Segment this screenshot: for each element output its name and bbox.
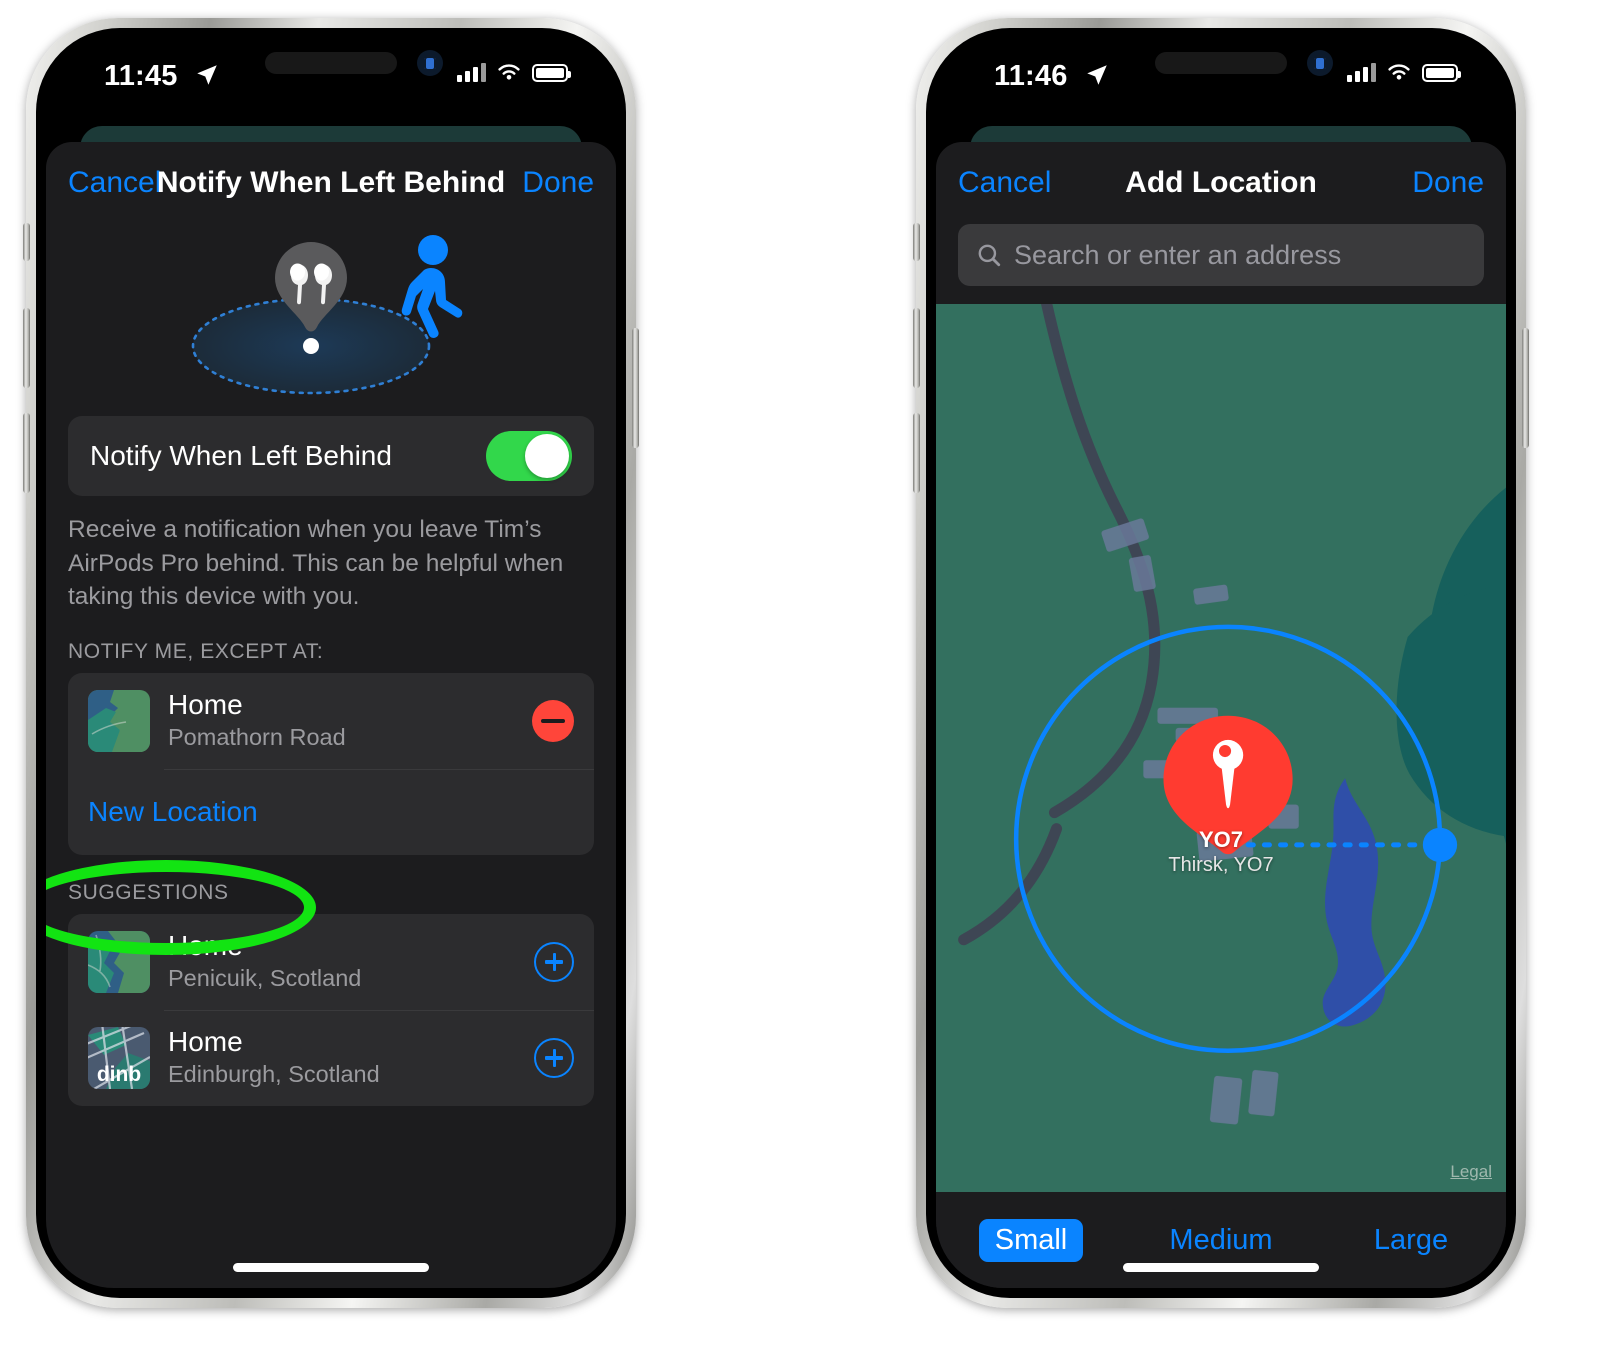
table-row[interactable]: Home Pomathorn Road	[68, 673, 594, 769]
modal-sheet-left: Cancel Notify When Left Behind Done Noti…	[46, 142, 616, 1288]
segment-large-label: Large	[1373, 1223, 1449, 1256]
power-button-left[interactable]	[632, 328, 639, 448]
status-bar-left: 11:45	[46, 38, 616, 114]
new-location-label: New Location	[88, 795, 258, 827]
volume-up-button-left[interactable]	[23, 308, 30, 388]
done-button[interactable]: Done	[522, 166, 594, 200]
new-location-button[interactable]: New Location	[68, 768, 594, 855]
row-subtitle: Pomathorn Road	[168, 724, 346, 751]
map-thumbnail	[88, 930, 150, 993]
cellular-bars-icon	[1347, 63, 1376, 82]
segment-small-label: Small	[978, 1218, 1084, 1262]
segment-large[interactable]: Large	[1316, 1224, 1506, 1257]
battery-icon	[532, 63, 571, 82]
iphone-left: 11:45 Cancel Notify When Left Behind Don…	[23, 18, 639, 1308]
screen-right: 11:46 Cancel Add Location Done Search or…	[936, 38, 1506, 1288]
notify-toggle-switch[interactable]	[486, 431, 572, 481]
battery-icon	[1422, 63, 1461, 82]
volume-down-button-left[interactable]	[23, 413, 30, 493]
mute-switch-left[interactable]	[23, 223, 30, 261]
segment-medium-label: Medium	[1169, 1223, 1273, 1256]
cellular-bars-icon	[457, 63, 486, 82]
segment-medium[interactable]: Medium	[1126, 1224, 1316, 1257]
search-placeholder: Search or enter an address	[1014, 239, 1342, 270]
notify-toggle-label: Notify When Left Behind	[90, 440, 392, 471]
add-circle-icon[interactable]	[534, 941, 574, 982]
hero-illustration	[46, 224, 616, 416]
power-button-right[interactable]	[1522, 328, 1529, 448]
map-thumbnail	[88, 689, 150, 752]
volume-down-button-right[interactable]	[913, 413, 920, 493]
status-indicators-right	[1347, 62, 1461, 83]
row-subtitle: Penicuik, Scotland	[168, 965, 362, 992]
row-subtitle: Edinburgh, Scotland	[168, 1061, 380, 1088]
wifi-icon	[498, 64, 520, 80]
row-text: Home Pomathorn Road	[168, 689, 532, 753]
notify-toggle-row[interactable]: Notify When Left Behind	[68, 416, 594, 496]
dynamic-island-left	[265, 52, 397, 74]
home-indicator-left[interactable]	[233, 1263, 429, 1272]
legal-link[interactable]: Legal	[1450, 1162, 1492, 1182]
location-arrow-icon	[197, 65, 217, 85]
modal-sheet-right: Cancel Add Location Done Search or enter…	[936, 142, 1506, 1288]
done-button[interactable]: Done	[1412, 166, 1484, 200]
search-icon	[978, 244, 1001, 267]
status-indicators-left	[457, 62, 571, 83]
except-locations-group: Home Pomathorn Road New Location	[68, 672, 594, 855]
table-row[interactable]: dinb Home Edinburgh, Scotland	[68, 1009, 594, 1106]
suggestions-group: Home Penicuik, Scotland dinb Home Edinbu…	[68, 913, 594, 1106]
navigation-bar-right: Cancel Add Location Done	[936, 142, 1506, 224]
dynamic-island-right	[1155, 52, 1287, 74]
row-text: Home Penicuik, Scotland	[168, 930, 534, 994]
row-title: Home	[168, 1025, 243, 1057]
search-input[interactable]: Search or enter an address	[958, 224, 1484, 286]
except-section-header: NOTIFY ME, EXCEPT AT:	[68, 639, 324, 663]
map-thumbnail-dinb: dinb	[88, 1026, 150, 1089]
map-pin-subtitle: Thirsk, YO7	[1168, 853, 1274, 876]
status-time-left: 11:45	[104, 60, 178, 92]
navigation-bar-left: Cancel Notify When Left Behind Done	[46, 142, 616, 224]
face-id-sensor-icon	[1307, 50, 1333, 76]
left-behind-illustration-icon	[191, 235, 463, 395]
row-title: Home	[168, 688, 243, 720]
suggestions-section-header: SUGGESTIONS	[68, 880, 229, 904]
screen-left: 11:45 Cancel Notify When Left Behind Don…	[46, 38, 616, 1288]
volume-up-button-right[interactable]	[913, 308, 920, 388]
segment-small[interactable]: Small	[936, 1218, 1126, 1262]
svg-text:dinb: dinb	[97, 1063, 141, 1086]
radius-size-selector: Small Medium Large	[936, 1192, 1506, 1288]
face-id-sensor-icon	[417, 50, 443, 76]
table-row[interactable]: Home Penicuik, Scotland	[68, 914, 594, 1010]
map-pin-title: YO7	[1198, 826, 1244, 852]
iphone-right: 11:46 Cancel Add Location Done Search or…	[913, 18, 1529, 1308]
screenshot-stage: 11:45 Cancel Notify When Left Behind Don…	[0, 0, 1600, 1352]
remove-circle-icon[interactable]	[532, 699, 574, 742]
home-indicator-right[interactable]	[1123, 1263, 1319, 1272]
row-title: Home	[168, 929, 243, 961]
notify-toggle-group: Notify When Left Behind	[68, 416, 594, 496]
wifi-icon	[1388, 64, 1410, 80]
status-time-right: 11:46	[994, 60, 1068, 92]
search-container: Search or enter an address	[936, 224, 1506, 304]
add-circle-icon[interactable]	[534, 1037, 574, 1078]
row-text: Home Edinburgh, Scotland	[168, 1026, 534, 1090]
notify-footnote: Receive a notification when you leave Ti…	[68, 516, 564, 611]
map-view[interactable]: YO7 Thirsk, YO7 Legal	[936, 304, 1506, 1192]
mute-switch-right[interactable]	[913, 223, 920, 261]
map-canvas	[936, 304, 1506, 1192]
status-bar-right: 11:46	[936, 38, 1506, 114]
location-arrow-icon	[1087, 65, 1107, 85]
